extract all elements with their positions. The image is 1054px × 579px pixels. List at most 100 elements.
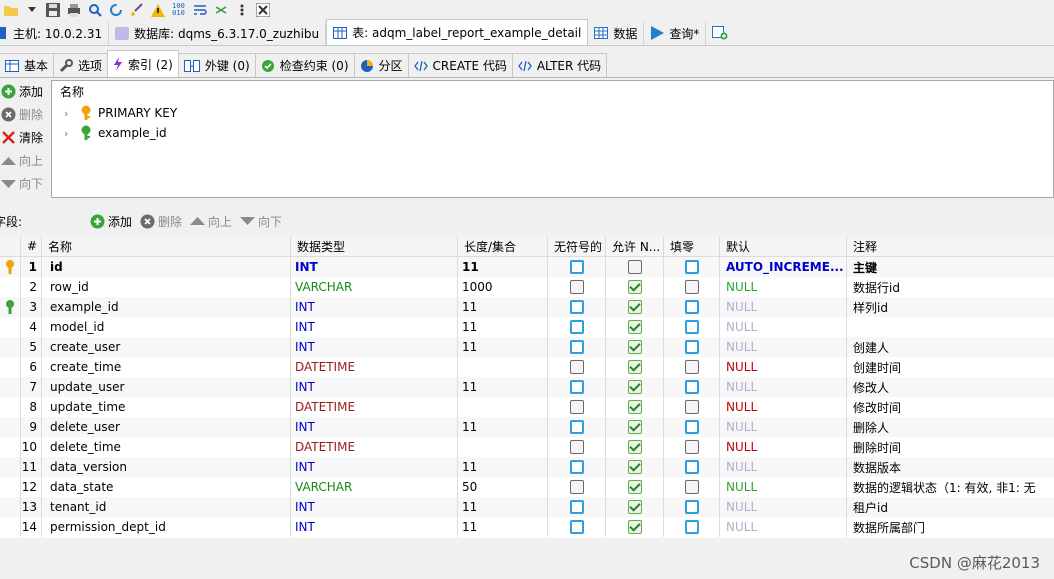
zerofill-cell[interactable] (664, 477, 720, 497)
nullable-cell[interactable] (606, 357, 664, 377)
index-delete-button[interactable]: 删除 (0, 103, 50, 126)
comment-cell[interactable]: 数据版本 (847, 457, 1054, 477)
unsigned-checkbox[interactable] (569, 420, 584, 434)
sync-icon[interactable] (210, 1, 231, 19)
length-cell[interactable]: 11 (458, 517, 548, 537)
zerofill-cell[interactable] (664, 277, 720, 297)
header-zerofill[interactable]: 填零 (664, 236, 720, 256)
unsigned-checkbox[interactable] (569, 260, 584, 274)
field-name-cell[interactable]: data_state (42, 477, 291, 497)
data-type-cell[interactable]: INT (291, 337, 458, 357)
data-type-cell[interactable]: INT (291, 317, 458, 337)
unsigned-checkbox[interactable] (569, 460, 584, 474)
tab-options[interactable]: 选项 (53, 53, 109, 77)
nullable-cell[interactable] (606, 497, 664, 517)
comment-cell[interactable]: 样列id (847, 297, 1054, 317)
nullable-checkbox[interactable] (627, 320, 642, 334)
table-row[interactable]: 12 data_state VARCHAR 50 NULL 数据的逻辑状态（1: 有效, … (0, 477, 1054, 497)
tab-foreign-keys[interactable]: 外键 (0) (177, 53, 256, 77)
length-cell[interactable]: 11 (458, 377, 548, 397)
data-type-cell[interactable]: INT (291, 497, 458, 517)
zerofill-cell[interactable] (664, 257, 720, 277)
tab-indexes[interactable]: 索引 (2) (107, 50, 179, 77)
data-type-cell[interactable]: INT (291, 297, 458, 317)
field-name-cell[interactable]: create_time (42, 357, 291, 377)
header-nullable[interactable]: 允许 N... (606, 236, 664, 256)
zerofill-cell[interactable] (664, 337, 720, 357)
nullable-cell[interactable] (606, 437, 664, 457)
nullable-checkbox[interactable] (627, 420, 642, 434)
table-row[interactable]: 14 permission_dept_id INT 11 NULL 数据所属部门 (0, 517, 1054, 537)
tab-basic[interactable]: 基本 (0, 53, 55, 77)
field-name-cell[interactable]: permission_dept_id (42, 517, 291, 537)
save-icon[interactable] (42, 1, 63, 19)
zerofill-checkbox[interactable] (684, 320, 699, 334)
query-tab[interactable]: 查询* (644, 21, 707, 45)
database-tab[interactable]: 数据库: dqms_6.3.17.0_zuzhibu (109, 21, 327, 45)
field-name-cell[interactable]: update_user (42, 377, 291, 397)
default-cell[interactable]: AUTO_INCREME... (720, 257, 847, 277)
length-cell[interactable]: 11 (458, 297, 548, 317)
tab-alter-code[interactable]: ALTER 代码 (511, 53, 608, 77)
data-type-cell[interactable]: INT (291, 457, 458, 477)
header-unsigned[interactable]: 无符号的 (548, 236, 606, 256)
nullable-checkbox[interactable] (627, 440, 642, 454)
zerofill-cell[interactable] (664, 497, 720, 517)
chevron-right-icon[interactable]: › (64, 127, 74, 140)
comment-cell[interactable]: 创建人 (847, 337, 1054, 357)
unsigned-checkbox[interactable] (569, 520, 584, 534)
length-cell[interactable]: 11 (458, 497, 548, 517)
data-type-cell[interactable]: DATETIME (291, 397, 458, 417)
nullable-cell[interactable] (606, 377, 664, 397)
unsigned-checkbox[interactable] (569, 400, 584, 414)
zerofill-checkbox[interactable] (684, 400, 699, 414)
zerofill-checkbox[interactable] (684, 440, 699, 454)
dropdown-arrow-icon[interactable] (21, 1, 42, 19)
table-row[interactable]: 1 id INT 11 AUTO_INCREME... 主键 (0, 257, 1054, 277)
comment-cell[interactable]: 租户id (847, 497, 1054, 517)
header-default[interactable]: 默认 (720, 236, 847, 256)
zerofill-cell[interactable] (664, 437, 720, 457)
comment-cell[interactable]: 修改人 (847, 377, 1054, 397)
new-query-tab[interactable] (706, 21, 734, 45)
zerofill-checkbox[interactable] (684, 260, 699, 274)
field-add-button[interactable]: 添加 (90, 213, 132, 230)
table-row[interactable]: 3 example_id INT 11 NULL 样列id (0, 297, 1054, 317)
field-name-cell[interactable]: id (42, 257, 291, 277)
field-name-cell[interactable]: delete_time (42, 437, 291, 457)
table-tab[interactable]: 表: adqm_label_report_example_detail (326, 19, 589, 45)
table-row[interactable]: 8 update_time DATETIME NULL 修改时间 (0, 397, 1054, 417)
zerofill-cell[interactable] (664, 417, 720, 437)
nullable-checkbox[interactable] (627, 280, 642, 294)
default-cell[interactable]: NULL (720, 497, 847, 517)
unsigned-checkbox[interactable] (569, 360, 584, 374)
data-type-cell[interactable]: INT (291, 517, 458, 537)
data-type-cell[interactable]: INT (291, 257, 458, 277)
field-name-cell[interactable]: delete_user (42, 417, 291, 437)
zerofill-checkbox[interactable] (684, 500, 699, 514)
data-type-cell[interactable]: DATETIME (291, 357, 458, 377)
unsigned-cell[interactable] (548, 377, 606, 397)
header-name[interactable]: 名称 (42, 236, 291, 256)
data-type-cell[interactable]: DATETIME (291, 437, 458, 457)
unsigned-cell[interactable] (548, 337, 606, 357)
unsigned-cell[interactable] (548, 477, 606, 497)
tab-create-code[interactable]: CREATE 代码 (407, 53, 513, 77)
unsigned-checkbox[interactable] (569, 480, 584, 494)
data-type-cell[interactable]: VARCHAR (291, 277, 458, 297)
default-cell[interactable]: NULL (720, 357, 847, 377)
length-cell[interactable] (458, 437, 548, 457)
comment-cell[interactable]: 数据的逻辑状态（1: 有效, 非1: 无 (847, 477, 1054, 497)
refresh-icon[interactable] (105, 1, 126, 19)
chevron-right-icon[interactable]: › (64, 107, 74, 120)
nullable-cell[interactable] (606, 417, 664, 437)
nullable-cell[interactable] (606, 517, 664, 537)
zerofill-checkbox[interactable] (684, 300, 699, 314)
index-add-button[interactable]: 添加 (0, 80, 50, 103)
nullable-cell[interactable] (606, 457, 664, 477)
length-cell[interactable]: 11 (458, 417, 548, 437)
tab-partitions[interactable]: 分区 (353, 53, 409, 77)
index-item-primary[interactable]: › PRIMARY KEY (52, 103, 1053, 123)
zerofill-checkbox[interactable] (684, 280, 699, 294)
length-cell[interactable]: 11 (458, 337, 548, 357)
